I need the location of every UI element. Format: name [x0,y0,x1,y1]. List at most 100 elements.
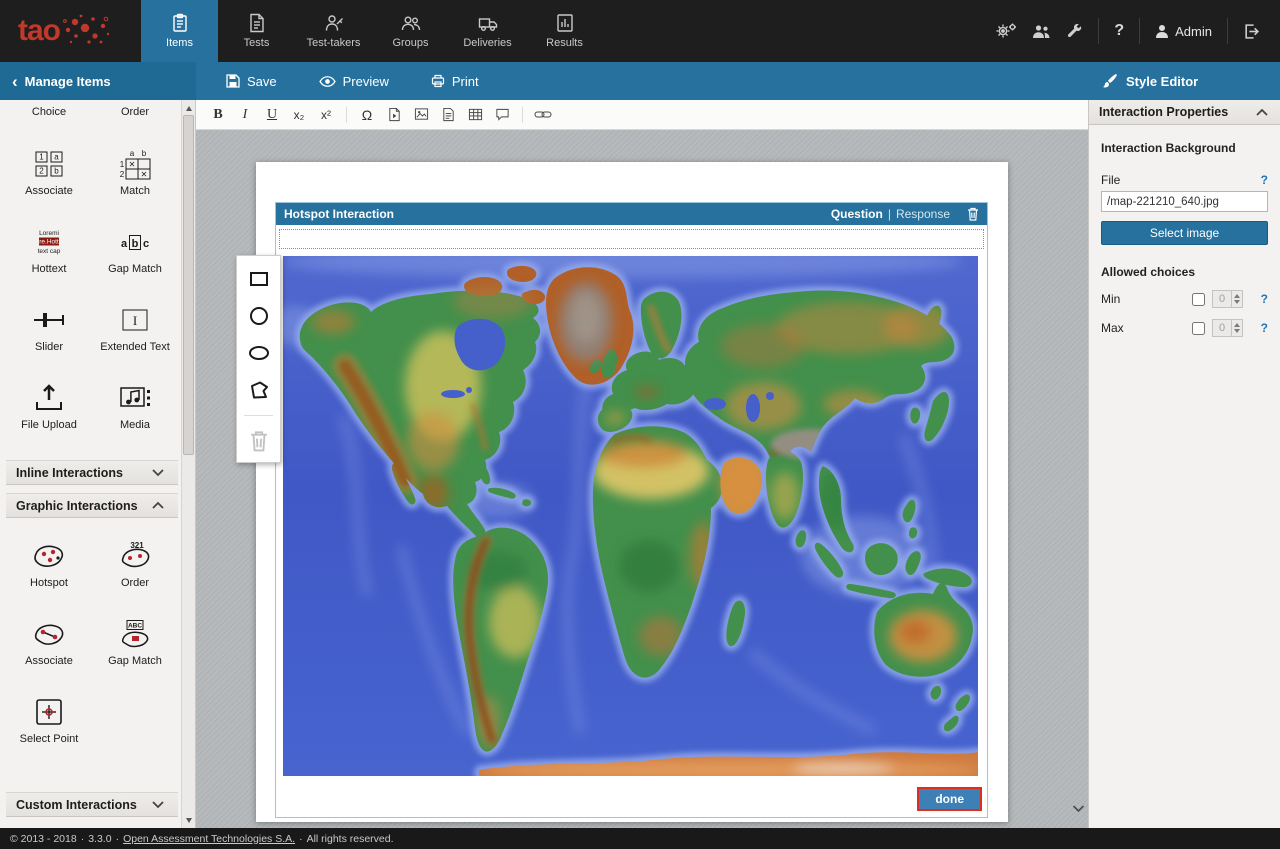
sidebar-item-hottext[interactable]: Loremi re.Hott text cap Hottext [6,204,92,282]
underline-button[interactable]: U [260,104,284,126]
scroll-down-arrow[interactable] [182,813,196,827]
tab-question[interactable]: Question [831,207,883,221]
sidebar-item-choice[interactable]: Choice [6,100,92,126]
tooltip-button[interactable] [490,104,514,126]
tests-icon [247,13,267,33]
canvas-scroll-down-arrow[interactable] [1072,800,1085,818]
insert-link-button[interactable] [531,104,555,126]
draw-circle-tool[interactable] [247,304,271,328]
main-layout: Choice Order 1a 2b Associate ab [0,100,1280,828]
graphic-associate-icon [30,618,68,650]
done-button[interactable]: done [917,787,982,811]
question-prompt-area[interactable] [279,229,984,249]
max-enabled-checkbox[interactable] [1192,322,1205,335]
svg-text:c: c [143,238,149,250]
sidebar-item-match[interactable]: ab 12 ✕✕ Match [92,126,178,204]
hotspot-image-canvas[interactable] [283,256,978,776]
min-enabled-checkbox[interactable] [1192,293,1205,306]
subscript-button[interactable]: x₂ [287,104,311,126]
sidebar-scrollbar[interactable] [181,100,195,828]
style-editor-button[interactable]: Style Editor [1088,62,1280,100]
nav-item-items[interactable]: Items [141,0,218,62]
rectangle-icon [248,268,270,290]
insert-image-button[interactable] [409,104,433,126]
item-editor-canvas: B I U x₂ x² Ω [196,100,1088,828]
file-help-icon[interactable]: ? [1261,173,1268,187]
sidebar-item-file-upload[interactable]: File Upload [6,360,92,438]
special-character-button[interactable]: Ω [355,104,379,126]
sidebar-item-select-point[interactable]: Select Point [6,674,92,752]
logout-icon[interactable] [1243,23,1260,40]
sidebar-item-order[interactable]: Order [92,100,178,126]
delete-shape-tool[interactable] [247,429,271,453]
section-custom-interactions[interactable]: Custom Interactions [6,792,178,817]
user-management-icon[interactable] [1032,24,1051,39]
company-link[interactable]: Open Assessment Technologies S.A. [123,833,295,845]
user-name-label: Admin [1175,24,1212,39]
interaction-properties-header[interactable]: Interaction Properties [1089,100,1280,125]
print-button[interactable]: Print [431,74,479,89]
shared-stimulus-button[interactable] [436,104,460,126]
max-help-icon[interactable]: ? [1261,321,1268,335]
section-inline-interactions[interactable]: Inline Interactions [6,460,178,485]
sidebar-item-label: Hottext [32,263,67,275]
nav-item-label: Groups [392,37,428,49]
media-file-button[interactable] [382,104,406,126]
graphic-interactions-grid: Hotspot 321 Order Assoc [6,518,178,752]
min-help-icon[interactable]: ? [1261,292,1268,306]
chevron-up-icon [1256,108,1268,117]
nav-item-deliveries[interactable]: Deliveries [449,0,526,62]
scroll-up-arrow[interactable] [182,101,196,115]
sidebar-item-graphic-gap-match[interactable]: ABC Gap Match [92,596,178,674]
sidebar-item-slider[interactable]: Slider [6,282,92,360]
sidebar-item-graphic-order[interactable]: 321 Order [92,518,178,596]
section-graphic-interactions[interactable]: Graphic Interactions [6,493,178,518]
stepper-arrows[interactable] [1231,291,1242,307]
insert-table-button[interactable] [463,104,487,126]
max-label: Max [1101,321,1185,335]
world-map-image [283,256,978,776]
deliveries-icon [478,13,498,33]
sidebar-item-extended-text[interactable]: I Extended Text [92,282,178,360]
min-value-stepper[interactable]: 0 [1212,290,1243,308]
draw-rectangle-tool[interactable] [247,267,271,291]
save-button[interactable]: Save [226,74,277,89]
help-button[interactable]: ? [1114,22,1124,40]
svg-text:re.Hott: re.Hott [39,239,59,246]
wrench-settings-icon[interactable] [1066,23,1083,40]
sidebar-item-gap-match[interactable]: a b c Gap Match [92,204,178,282]
settings-gears-icon[interactable] [995,22,1017,40]
toolbar-divider [346,107,347,123]
nav-item-results[interactable]: Results [526,0,603,62]
superscript-button[interactable]: x² [314,104,338,126]
max-value-stepper[interactable]: 0 [1212,319,1243,337]
sidebar-item-hotspot[interactable]: Hotspot [6,518,92,596]
sidebar-item-graphic-associate[interactable]: Associate [6,596,92,674]
italic-button[interactable]: I [233,104,257,126]
back-chevron-icon: ‹ [12,73,18,90]
sidebar-item-associate[interactable]: 1a 2b Associate [6,126,92,204]
back-to-manage-items[interactable]: ‹ Manage Items [0,62,196,100]
background-file-input[interactable] [1101,191,1268,212]
nav-item-label: Test-takers [307,37,361,49]
item-actions: Save Preview Print [196,62,479,100]
draw-polygon-tool[interactable] [247,378,271,402]
preview-button[interactable]: Preview [319,74,389,89]
media-file-icon [387,107,402,122]
delete-interaction-button[interactable] [967,207,979,221]
svg-text:1: 1 [120,160,125,169]
stepper-arrows[interactable] [1231,320,1242,336]
nav-item-test-takers[interactable]: Test-takers [295,0,372,62]
sidebar-item-media[interactable]: Media [92,360,178,438]
tao-logo[interactable]: tao [0,0,141,62]
draw-ellipse-tool[interactable] [247,341,271,365]
select-image-button[interactable]: Select image [1101,221,1268,245]
footer-separator: · [299,833,303,845]
user-menu[interactable]: Admin [1155,24,1212,39]
scrollbar-thumb[interactable] [183,115,194,455]
tab-response[interactable]: Response [896,207,950,221]
nav-item-groups[interactable]: Groups [372,0,449,62]
nav-item-tests[interactable]: Tests [218,0,295,62]
svg-text:I: I [133,313,137,328]
bold-button[interactable]: B [206,104,230,126]
